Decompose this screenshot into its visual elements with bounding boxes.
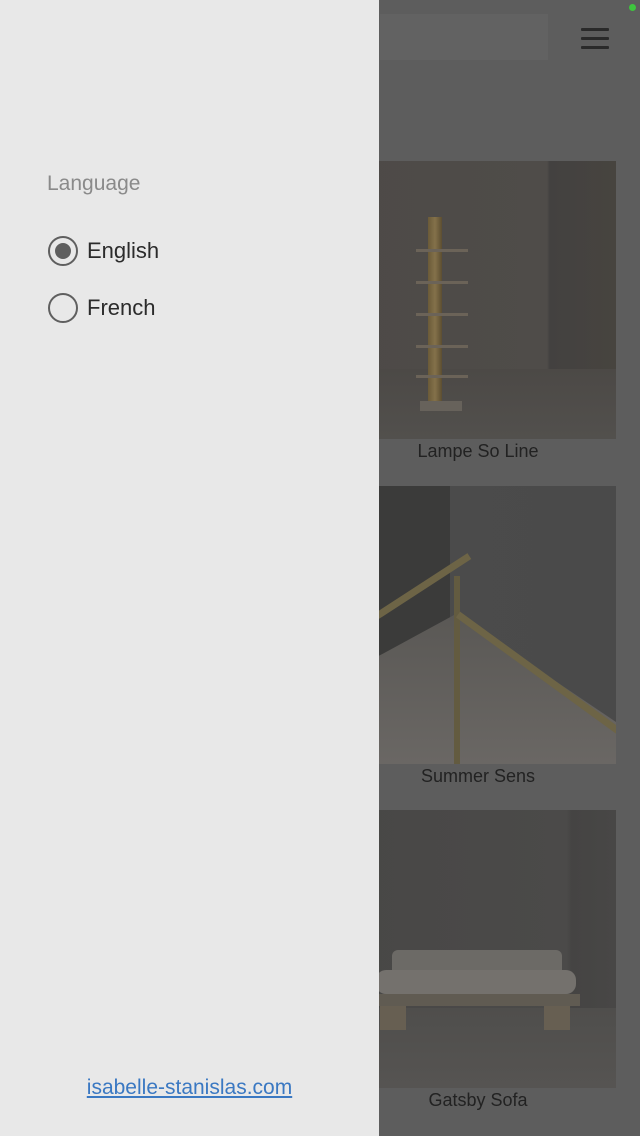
lamp-shelf: [416, 375, 468, 378]
radio-selected-icon[interactable]: [48, 236, 78, 266]
product-image: [340, 486, 616, 764]
side-drawer: Language English French isabelle-stanisl…: [0, 0, 379, 1136]
product-name: Summer Sens: [420, 766, 536, 786]
language-option-english[interactable]: English: [48, 233, 159, 269]
hamburger-menu-icon[interactable]: [572, 18, 618, 58]
product-image: [340, 161, 616, 439]
lamp-base: [420, 401, 462, 411]
product-card-gatsby-sofa[interactable]: Gatsby Sofa: [340, 810, 616, 1110]
header-search-area: [380, 14, 548, 60]
radio-unselected-icon[interactable]: [48, 293, 78, 323]
website-link[interactable]: isabelle-stanislas.com: [0, 1076, 379, 1100]
lamp-shelf: [416, 313, 468, 316]
app-screen: Lampe So Line Summer Sens Gatsby Sofa La…: [0, 0, 640, 1136]
menu-bar: [581, 36, 609, 40]
radio-dot: [55, 243, 71, 259]
radio-label: French: [87, 295, 156, 320]
product-name: Lampe So Line: [417, 441, 539, 461]
language-section-label: Language: [47, 172, 141, 195]
product-name: Gatsby Sofa: [428, 1090, 528, 1110]
sofa-leg: [544, 1006, 570, 1030]
radio-label: English: [87, 238, 160, 263]
status-indicator-icon: [629, 4, 636, 11]
tent-post: [454, 576, 460, 764]
lamp-shelf: [416, 281, 468, 284]
menu-bar: [581, 27, 609, 31]
sofa-seat: [376, 970, 576, 994]
lamp-shelf: [416, 345, 468, 348]
language-option-french[interactable]: French: [48, 290, 155, 326]
lamp-shelf: [416, 249, 468, 252]
menu-bar: [581, 45, 609, 49]
product-card-summer-sens[interactable]: Summer Sens: [340, 486, 616, 786]
product-card-lampe-so-line[interactable]: Lampe So Line: [340, 161, 616, 461]
product-image: [340, 810, 616, 1088]
sofa-frame: [370, 994, 580, 1006]
sofa-leg: [380, 1006, 406, 1030]
lamp-pole: [428, 217, 442, 407]
room-floor: [340, 369, 616, 439]
